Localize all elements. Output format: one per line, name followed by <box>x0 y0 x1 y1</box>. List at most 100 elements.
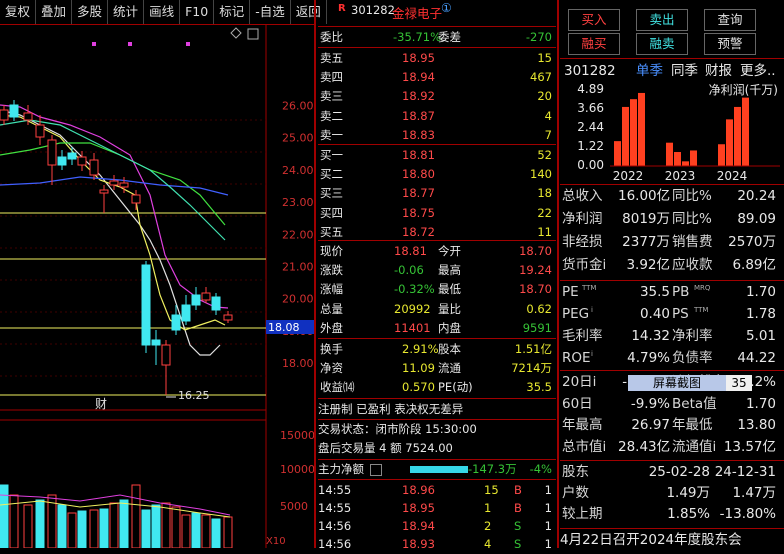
stat-label: 涨跌 <box>320 263 343 278</box>
volume-tick-label: 10000 <box>280 463 314 476</box>
metric-label: 负债率 <box>672 350 713 366</box>
tick-time: 14:56 <box>318 537 352 551</box>
stat-value: 18.81 <box>394 244 427 258</box>
stock-name[interactable]: 金禄电子 <box>392 3 442 22</box>
toolbar-item[interactable]: 多股 <box>72 0 109 24</box>
metric-row: 毛利率 14.32 净利率 5.01 <box>560 326 782 346</box>
metric-value: 44.22 <box>737 350 776 366</box>
agm-notice[interactable]: 4月22日召开2024年度股东会 <box>560 530 782 550</box>
toolbar-item[interactable]: F10 <box>180 0 215 24</box>
metric-value: 3.92亿 <box>626 257 670 273</box>
ask-volume: 7 <box>544 127 552 142</box>
volume-tick-label: 5000 <box>280 500 308 513</box>
net-profit-chart: 4.89 3.66 2.44 1.22 0.00 净利润(千万) 2022 2023 2024 <box>577 82 780 182</box>
bid-row: 买四 18.75 22 <box>318 204 556 223</box>
stat-label: 总量 <box>320 301 343 316</box>
candle-body <box>151 339 161 346</box>
stat-value: 11401 <box>394 320 431 335</box>
volume-bar <box>77 510 87 548</box>
after-hours: 盘后交易量 4 额 7524.00 <box>318 441 453 455</box>
tick-row: 14:55 18.95 1 B 1 <box>318 499 556 518</box>
metric-row: 净利润 8019万 同比% 89.09 <box>560 209 782 229</box>
perf-value: 1.70 <box>745 395 776 412</box>
toolbar-item[interactable]: 统计 <box>108 0 145 24</box>
metric-label: 货币金i <box>562 257 607 273</box>
holder-value: 25-02-28 <box>648 464 710 480</box>
kline-chart[interactable]: 26.0025.0024.0023.0022.0021.0020.0019.00… <box>0 25 314 548</box>
metric-value: 4.79% <box>627 350 670 366</box>
perf-label: 年最高 <box>562 417 603 433</box>
trade-button[interactable]: 卖出 <box>636 9 688 31</box>
info-icon[interactable]: ① <box>441 1 452 15</box>
ask-row: 卖三 18.92 20 <box>318 87 556 106</box>
perf-label: 流通值i <box>672 438 717 455</box>
tab-quarter[interactable]: 单季 <box>636 61 663 81</box>
main-flow-row: 主力净额 -147.3万 -4% <box>318 462 552 476</box>
ask-price: 18.87 <box>402 108 435 123</box>
metric-value: 35.5 <box>639 284 670 300</box>
stat-label: 净资 <box>320 361 343 376</box>
toolbar-item[interactable]: 叠加 <box>36 0 73 24</box>
metric-value: 20.24 <box>737 188 776 204</box>
tick-count: 1 <box>544 501 552 515</box>
trade-button[interactable]: 融买 <box>568 33 620 55</box>
candle-body <box>119 182 129 188</box>
webi-row: 委比 -35.71% 委差 -270 <box>320 30 552 44</box>
stat-row: 总量 20992 量比 0.62 <box>318 300 556 319</box>
candle-body <box>99 189 109 194</box>
ask-row: 卖五 18.95 15 <box>318 49 556 68</box>
ask-label: 卖一 <box>320 127 343 142</box>
square-icon[interactable] <box>247 28 259 40</box>
finance-chart-title: 净利润(千万) <box>709 83 778 97</box>
candle-body <box>211 296 221 311</box>
volume-bar <box>171 506 181 548</box>
tick-time: 14:56 <box>318 519 352 533</box>
tick-count: 1 <box>544 537 552 551</box>
stat-value: 9591 <box>522 320 552 335</box>
metric-value: 14.32 <box>631 328 670 344</box>
trade-button[interactable]: 融卖 <box>636 33 688 55</box>
volume-bar <box>181 514 191 548</box>
dropdown-icon[interactable] <box>370 464 382 476</box>
toolbar-item[interactable]: 复权 <box>0 0 37 24</box>
toolbar-item[interactable]: 画线 <box>144 0 181 24</box>
tick-price: 18.96 <box>402 483 435 497</box>
volume-bar <box>89 509 99 548</box>
volume-tick-label: 15000 <box>280 429 314 442</box>
volume-bar <box>161 502 171 548</box>
metric-value: 5.01 <box>745 328 776 344</box>
stat-row: 外盘 11401 内盘 9591 <box>318 319 556 338</box>
tab-report[interactable]: 财报 <box>705 61 732 81</box>
finance-y-tick: 0.00 <box>577 158 604 172</box>
screenshot-count: 35 <box>726 375 752 391</box>
perf-label: 60日 <box>562 395 593 412</box>
perf-label: 年最低 <box>672 417 713 433</box>
finance-x-tick: 2023 <box>665 169 696 182</box>
ask-volume: 4 <box>544 108 552 123</box>
tab-more[interactable]: 更多.. <box>740 61 776 81</box>
ask-price: 18.92 <box>402 89 435 104</box>
diamond-icon[interactable] <box>230 27 242 39</box>
bid-label: 买二 <box>320 167 343 182</box>
toolbar-item[interactable]: 标记 <box>214 0 251 24</box>
screenshot-tooltip[interactable]: 屏幕截图 <box>628 375 726 391</box>
bid-price: 18.81 <box>402 148 435 162</box>
toolbar-item[interactable]: -自选 <box>250 0 291 24</box>
trade-button[interactable]: 预警 <box>704 33 756 55</box>
metric-row: 货币金i 3.92亿 应收款 6.89亿 <box>560 255 782 275</box>
stat-row: 现价 18.81 今开 18.70 <box>318 242 556 261</box>
candle-body <box>171 314 181 331</box>
finance-bar <box>726 119 733 166</box>
bid-price: 18.72 <box>402 224 435 239</box>
trade-button[interactable]: 查询 <box>704 9 756 31</box>
stat-label: 最低 <box>438 282 461 297</box>
holder-row: 户数 1.49万 1.47万 <box>560 483 782 503</box>
finance-code: 301282 <box>564 63 616 79</box>
volume-bar <box>211 518 221 548</box>
stat-value: 19.24 <box>519 263 552 278</box>
stat-value: -0.06 <box>394 263 424 278</box>
finance-marker[interactable]: 财 <box>95 397 107 411</box>
tab-same-quarter[interactable]: 同季 <box>671 61 698 81</box>
y-tick-label: 18.00 <box>282 357 314 370</box>
trade-button[interactable]: 买入 <box>568 9 620 31</box>
